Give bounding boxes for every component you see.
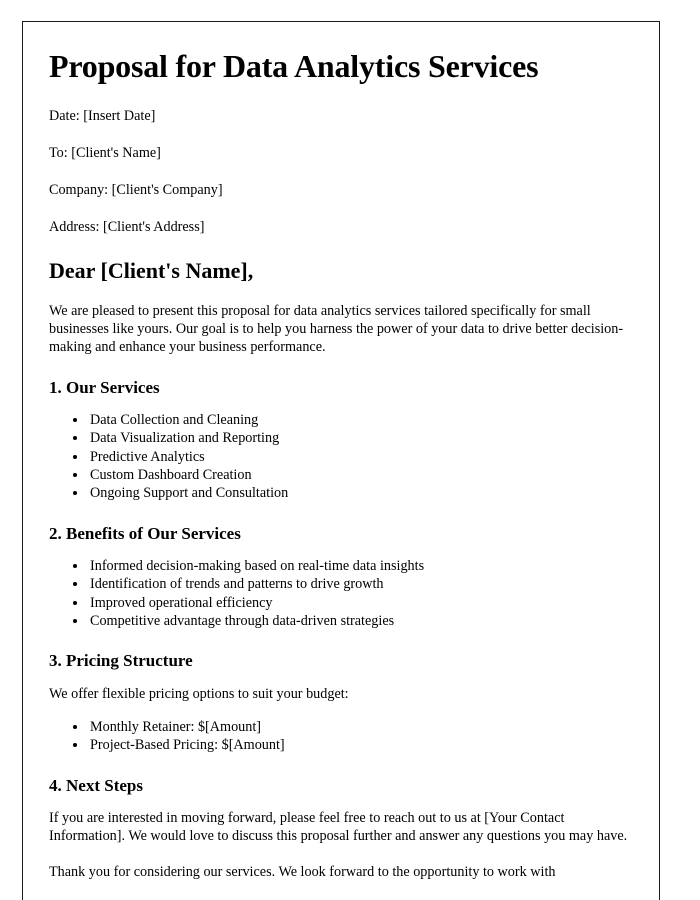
list-item: Improved operational efficiency [88, 594, 633, 612]
closing-paragraph: Thank you for considering our services. … [49, 863, 556, 880]
page-title: Proposal for Data Analytics Services [49, 48, 539, 84]
list-item: Custom Dashboard Creation [88, 466, 633, 484]
list-item: Data Collection and Cleaning [88, 411, 633, 429]
section-heading-our-services: 1. Our Services [49, 377, 160, 397]
list-item: Project-Based Pricing: $[Amount] [88, 736, 633, 754]
list-item: Competitive advantage through data-drive… [88, 612, 633, 630]
list-item: Predictive Analytics [88, 448, 633, 466]
meta-date: Date: [Insert Date] [49, 108, 156, 125]
services-list: Data Collection and Cleaning Data Visual… [49, 411, 633, 503]
benefits-list: Informed decision-making based on real-t… [49, 557, 633, 630]
document-viewport: Proposal for Data Analytics Services Dat… [0, 0, 700, 900]
list-item: Ongoing Support and Consultation [88, 484, 633, 502]
section-heading-benefits: 2. Benefits of Our Services [49, 523, 241, 543]
meta-recipient: To: [Client's Name] [49, 145, 161, 162]
intro-paragraph: We are pleased to present this proposal … [49, 302, 624, 356]
list-item: Data Visualization and Reporting [88, 429, 633, 447]
meta-company: Company: [Client's Company] [49, 182, 223, 199]
salutation: Dear [Client's Name], [49, 258, 254, 284]
list-item: Identification of trends and patterns to… [88, 575, 633, 593]
list-item: Monthly Retainer: $[Amount] [88, 718, 633, 736]
section-heading-pricing: 3. Pricing Structure [49, 651, 193, 671]
document-body: Proposal for Data Analytics Services Dat… [23, 22, 659, 881]
document-page: Proposal for Data Analytics Services Dat… [22, 21, 660, 900]
pricing-lead-text: We offer flexible pricing options to sui… [49, 685, 349, 702]
list-item: Informed decision-making based on real-t… [88, 557, 633, 575]
meta-address: Address: [Client's Address] [49, 218, 205, 235]
pricing-list: Monthly Retainer: $[Amount] Project-Base… [49, 718, 633, 755]
next-steps-paragraph: If you are interested in moving forward,… [49, 810, 628, 845]
section-heading-next-steps: 4. Next Steps [49, 775, 143, 795]
